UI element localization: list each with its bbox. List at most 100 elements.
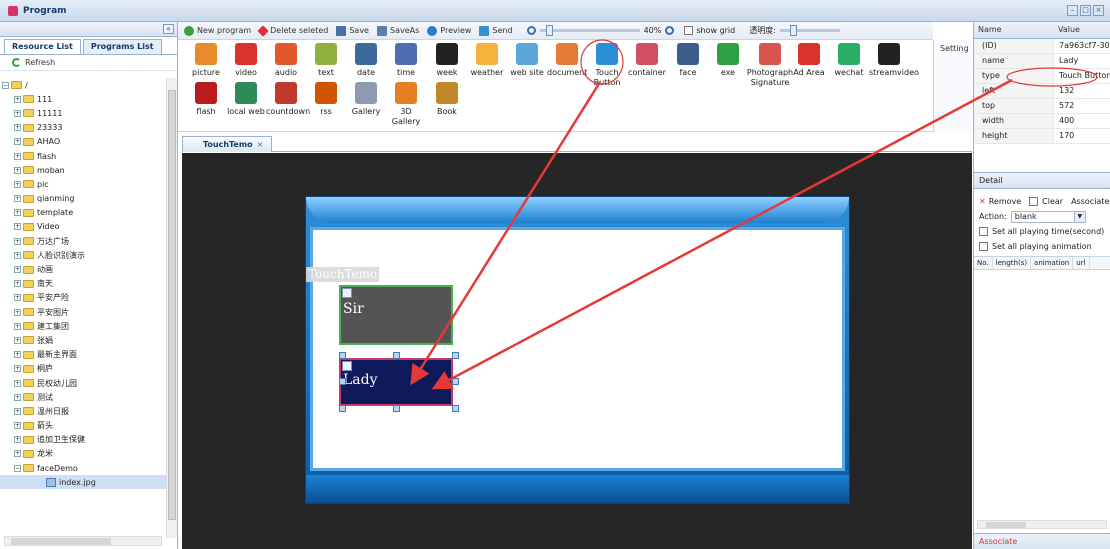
expand-toggle-icon[interactable]: − <box>14 464 21 472</box>
touch-button-sir[interactable]: Sir <box>339 285 453 345</box>
expand-toggle-icon[interactable]: + <box>14 166 21 174</box>
close-tab-icon[interactable]: × <box>257 140 264 149</box>
palette-item-photograph-signature[interactable]: Photograph Signature <box>745 43 795 87</box>
tree-folder-item[interactable]: + Video <box>0 220 166 234</box>
palette-item-audio[interactable]: audio <box>266 43 306 87</box>
tree-folder-item[interactable]: +23333 <box>0 121 166 135</box>
chevron-down-icon[interactable]: ▼ <box>1073 211 1085 222</box>
palette-item-wechat[interactable]: wechat <box>829 43 869 87</box>
property-row[interactable]: width 400 <box>974 114 1110 129</box>
palette-item-touch-button[interactable]: Touch Button <box>587 43 627 87</box>
palette-item-week[interactable]: week <box>427 43 467 87</box>
expand-toggle-icon[interactable]: + <box>14 223 21 231</box>
resize-handle-nw[interactable] <box>339 352 346 359</box>
zoom-in-icon[interactable] <box>665 26 675 35</box>
tree-folder-item[interactable]: + pic <box>0 177 166 191</box>
tree-folder-item[interactable]: + 温州日报 <box>0 404 166 418</box>
palette-item-rss[interactable]: rss <box>306 82 346 126</box>
zoom-slider[interactable] <box>539 25 640 36</box>
tree-file-item[interactable]: index.jpg <box>0 475 166 490</box>
property-value[interactable]: Lady <box>1054 54 1110 68</box>
new-program-button[interactable]: New program <box>184 25 251 36</box>
palette-item-text[interactable]: text <box>306 43 346 87</box>
property-value[interactable]: Touch Button <box>1054 69 1110 83</box>
property-row[interactable]: left 132 <box>974 84 1110 99</box>
tab-resource-list[interactable]: Resource List <box>4 39 81 54</box>
expand-toggle-icon[interactable]: + <box>14 308 21 316</box>
stage-content-area[interactable] <box>310 227 845 471</box>
send-button[interactable]: Send <box>479 25 513 36</box>
tree-folder-item[interactable]: + 平安图片 <box>0 305 166 319</box>
tree-folder-item[interactable]: + 龙米 <box>0 447 166 461</box>
set-playing-time-button[interactable]: Set all playing time(second) <box>974 224 1110 239</box>
property-value[interactable]: 170 <box>1054 129 1110 143</box>
zoom-slider-handle[interactable] <box>545 25 553 36</box>
property-value[interactable]: 132 <box>1054 84 1110 98</box>
property-row[interactable]: height 170 <box>974 129 1110 144</box>
tree-folder-item[interactable]: + 民权幼儿园 <box>0 376 166 390</box>
associate-button[interactable]: Associate <box>1071 197 1109 206</box>
expand-toggle-icon[interactable]: + <box>14 294 21 302</box>
tree-folder-item[interactable]: + 平安产险 <box>0 291 166 305</box>
tree-folder-item[interactable]: − faceDemo <box>0 461 166 475</box>
property-row[interactable]: type Touch Button <box>974 69 1110 84</box>
show-grid-checkbox[interactable]: show grid <box>684 26 735 35</box>
tree-folder-item[interactable]: +11111 <box>0 106 166 120</box>
property-row[interactable]: (ID)7a963cf7-30... <box>974 39 1110 54</box>
save-button[interactable]: Save <box>336 25 369 36</box>
expand-toggle-icon[interactable]: + <box>14 266 21 274</box>
delete-selected-button[interactable]: Delete seleted <box>257 24 328 37</box>
tree-vertical-scrollbar[interactable] <box>166 78 177 538</box>
remove-button[interactable]: Remove <box>989 197 1021 206</box>
expand-toggle-icon[interactable]: + <box>14 407 21 415</box>
expand-toggle-icon[interactable]: + <box>14 336 21 344</box>
palette-item-picture[interactable]: picture <box>186 43 226 87</box>
tree-folder-item[interactable]: + 桐庐 <box>0 362 166 376</box>
tree-folder-item[interactable]: + qianming <box>0 192 166 206</box>
clear-button[interactable]: Clear <box>1042 197 1063 206</box>
touch-button-lady[interactable]: Lady <box>339 358 453 406</box>
expand-toggle-icon[interactable]: + <box>14 195 21 203</box>
opacity-slider-handle[interactable] <box>789 25 797 36</box>
expand-toggle-icon[interactable]: − <box>2 81 9 89</box>
setting-tab[interactable]: Setting <box>933 40 973 132</box>
tree-folder-item[interactable]: + template <box>0 206 166 220</box>
tree-folder-item[interactable]: + 南天 <box>0 277 166 291</box>
expand-toggle-icon[interactable]: + <box>14 365 21 373</box>
palette-item-container[interactable]: container <box>627 43 667 87</box>
column-length[interactable]: length(s) <box>993 257 1032 269</box>
tab-touchtemo[interactable]: TouchTemo × <box>182 136 273 152</box>
editor-canvas[interactable]: TouchTemo Sir Lady <box>182 153 972 549</box>
expand-toggle-icon[interactable]: + <box>14 322 21 330</box>
expand-toggle-icon[interactable]: + <box>14 393 21 401</box>
resize-handle-sw[interactable] <box>339 405 346 412</box>
saveas-button[interactable]: SaveAs <box>376 25 419 36</box>
palette-item-flash[interactable]: flash <box>186 82 226 126</box>
property-value[interactable]: 400 <box>1054 114 1110 128</box>
expand-toggle-icon[interactable]: + <box>14 180 21 188</box>
palette-item-time[interactable]: time <box>386 43 426 87</box>
palette-item-document[interactable]: document <box>547 43 587 87</box>
expand-toggle-icon[interactable]: + <box>14 379 21 387</box>
expand-toggle-icon[interactable]: + <box>14 237 21 245</box>
palette-item-web-site[interactable]: web site <box>507 43 547 87</box>
resize-handle-ne[interactable] <box>452 352 459 359</box>
property-row[interactable]: top 572 <box>974 99 1110 114</box>
tree-folder-item[interactable]: + moban <box>0 163 166 177</box>
tree-folder-item[interactable]: + 动画 <box>0 262 166 276</box>
resize-handle-se[interactable] <box>452 405 459 412</box>
action-select[interactable]: blank ▼ <box>1010 210 1086 223</box>
column-url[interactable]: url <box>1073 257 1090 269</box>
expand-toggle-icon[interactable]: + <box>14 95 21 103</box>
resize-handle-e[interactable] <box>452 378 459 385</box>
resize-handle-s[interactable] <box>393 405 400 412</box>
expand-toggle-icon[interactable]: + <box>14 436 21 444</box>
detail-horizontal-scrollbar[interactable] <box>977 520 1107 529</box>
expand-toggle-icon[interactable]: + <box>14 152 21 160</box>
property-row[interactable]: name Lady <box>974 54 1110 69</box>
expand-toggle-icon[interactable]: + <box>14 450 21 458</box>
palette-item-video[interactable]: video <box>226 43 266 87</box>
preview-button[interactable]: Preview <box>427 25 471 36</box>
expand-toggle-icon[interactable]: + <box>14 209 21 217</box>
expand-toggle-icon[interactable]: + <box>14 124 21 132</box>
